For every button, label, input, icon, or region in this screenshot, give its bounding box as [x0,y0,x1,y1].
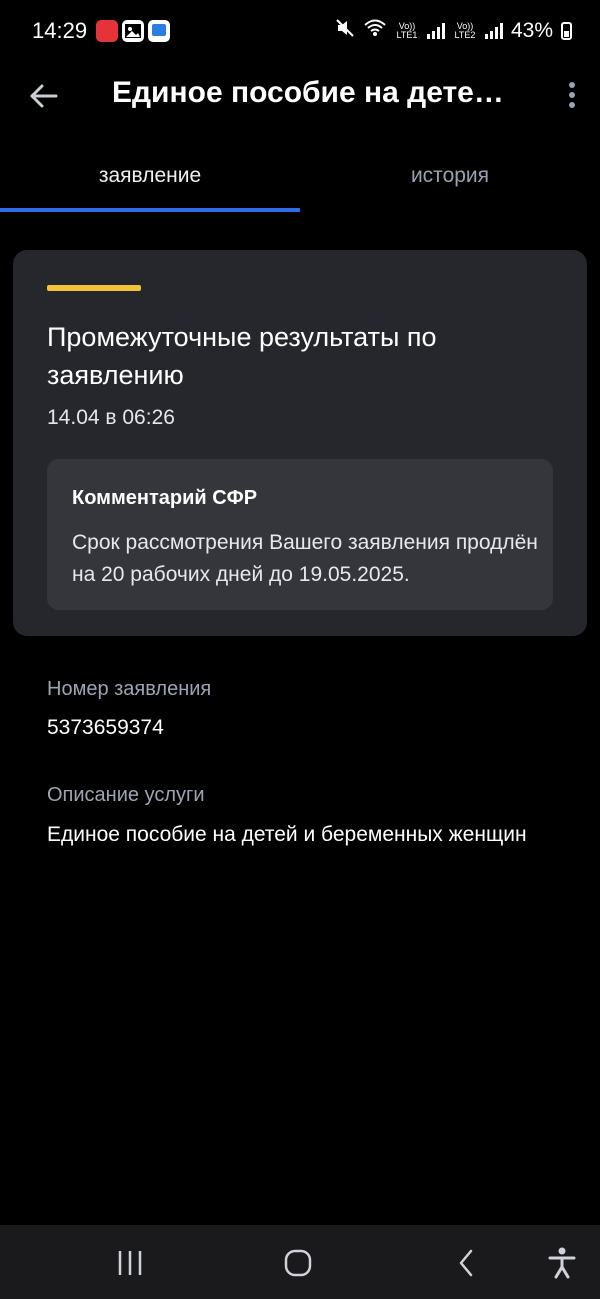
arrow-left-icon [30,84,58,108]
chevron-left-icon [459,1249,473,1277]
system-back-button[interactable] [444,1243,488,1283]
application-number-label: Номер заявления [47,678,212,700]
page-title: Единое пособие на детей… [112,76,522,109]
app-bar: Единое пособие на детей… [0,62,600,128]
battery-icon [561,22,572,40]
signal-2-icon [484,23,503,39]
status-card: Промежуточные результаты по заявлению 14… [13,250,587,636]
comment-text: Срок рассмотрения Вашего заявления продл… [72,531,538,586]
more-options-button[interactable] [566,80,578,110]
tab-bar: заявление история [0,148,600,214]
application-number-value: 5373659374 [47,716,164,739]
back-button[interactable] [26,78,62,114]
home-icon [284,1249,312,1277]
status-accent-line [47,285,141,291]
status-bar: 14:29 Vo)) LTE1 Vo)) LTE2 43% [0,0,600,62]
service-description-label: Описание услуги [47,784,205,806]
status-title: Промежуточные результаты по заявлению [47,322,437,390]
comment-heading: Комментарий СФР [72,487,258,509]
lte1-label: Vo)) LTE1 [396,21,418,40]
recent-apps-button[interactable] [108,1243,152,1283]
service-description-value: Единое пособие на детей и беременных жен… [47,823,527,846]
home-button[interactable] [276,1243,320,1283]
accessibility-button[interactable] [540,1243,584,1283]
mute-icon [335,18,355,44]
notification-app-icon [96,20,118,42]
more-vert-icon [569,82,575,108]
lte2-label: Vo)) LTE2 [454,21,476,40]
gallery-notification-icon [122,20,144,42]
system-navigation-bar [0,1225,600,1299]
comment-box: Комментарий СФР Срок рассмотрения Вашего… [47,459,553,610]
signal-1-icon [426,23,445,39]
accessibility-icon [548,1247,576,1279]
app-notification-icon [148,20,170,42]
tab-history[interactable]: история [300,148,600,208]
wifi-icon [363,18,387,44]
tab-application[interactable]: заявление [0,148,300,208]
active-tab-indicator [0,208,300,212]
status-time: 14:29 [32,18,88,43]
status-date: 14.04 в 06:26 [47,406,175,429]
battery-percent: 43% [510,19,553,42]
recent-apps-icon [118,1251,142,1275]
